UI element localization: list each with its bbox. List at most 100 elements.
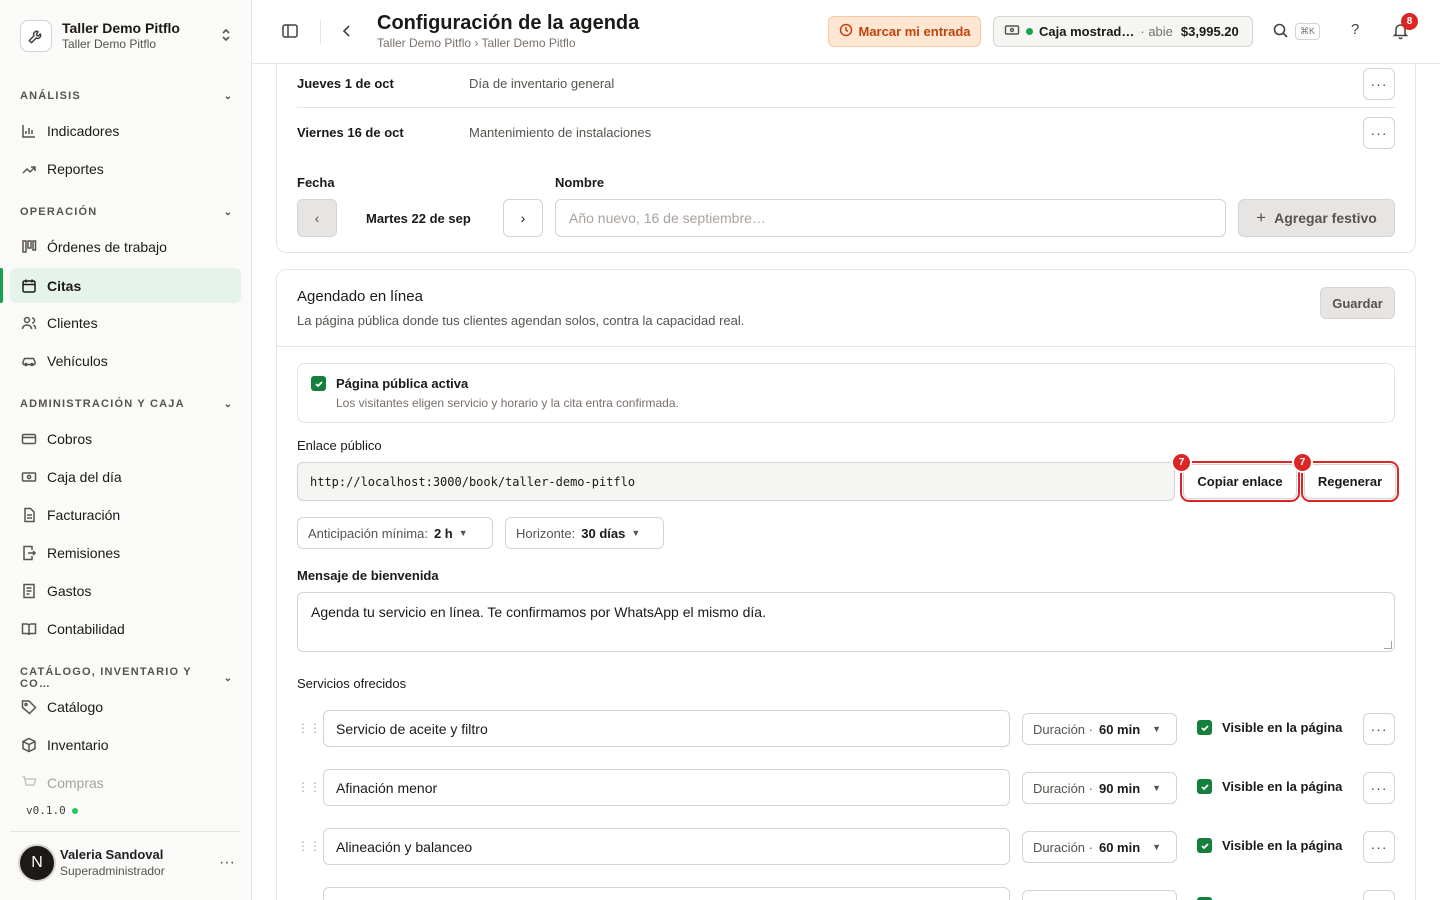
sidebar-item-contabilidad[interactable]: Contabilidad [10, 611, 241, 646]
horizon-select[interactable]: Horizonte: 30 días ▼ [505, 517, 664, 549]
chevron-down-icon: ⌄ [223, 206, 232, 218]
chevron-down-icon: ⌄ [223, 672, 232, 684]
more-horizontal-icon[interactable]: ··· [1363, 713, 1395, 745]
card-title: Agendado en línea [297, 288, 423, 305]
more-horizontal-icon[interactable]: ··· [1363, 831, 1395, 863]
sidebar-item-compras[interactable]: Compras [10, 765, 241, 800]
duration-label: Duración · [1033, 839, 1093, 855]
duration-select[interactable]: Duración · 90 min ▼ [1022, 772, 1177, 804]
sidebar-item-inventario[interactable]: Inventario [10, 727, 241, 762]
help-icon[interactable]: ? [1351, 21, 1359, 38]
plus-icon: + [1256, 208, 1267, 227]
sidebar-item-label: Indicadores [47, 122, 120, 139]
section-analisis[interactable]: ANÁLISIS ⌄ [20, 90, 232, 102]
section-title: ANÁLISIS [20, 90, 81, 102]
more-horizontal-icon[interactable]: ··· [1363, 116, 1395, 149]
user-menu[interactable]: N Valeria Sandoval Superadministrador ··… [18, 843, 243, 883]
chevron-down-icon: ▼ [1152, 724, 1162, 734]
active-indicator [0, 268, 3, 303]
file-export-icon [20, 544, 37, 561]
sidebar-item-catalogo[interactable]: Catálogo [10, 689, 241, 724]
user-role: Superadministrador [60, 863, 165, 878]
back-icon[interactable] [340, 22, 354, 40]
service-name-input[interactable]: Servicio de aceite y filtro [323, 710, 1010, 747]
chevron-updown-icon [220, 27, 232, 46]
annotation-marker: 7 [1171, 452, 1192, 473]
sidebar-item-label: Órdenes de trabajo [47, 238, 167, 255]
search-icon[interactable] [1272, 22, 1289, 39]
cash-register-button[interactable]: Caja mostrad… · abie $3,995.20 [993, 16, 1253, 47]
page-title: Configuración de la agenda [377, 12, 640, 34]
sidebar-item-remisiones[interactable]: Remisiones [10, 535, 241, 570]
service-name-input[interactable] [323, 887, 1010, 900]
duration-select[interactable]: Duración · 60 min ▼ [1022, 831, 1177, 863]
holidays-card: Jueves 1 de oct Día de inventario genera… [276, 64, 1416, 253]
divider [277, 346, 1415, 347]
checkbox-checked-icon[interactable] [1197, 720, 1212, 735]
public-page-toggle[interactable]: Página pública activa Los visitantes eli… [297, 363, 1395, 423]
visible-label: Visible en la página [1222, 720, 1343, 735]
section-title: CATÁLOGO, INVENTARIO Y CO… [20, 666, 192, 690]
clock-in-label: Marcar mi entrada [858, 24, 971, 39]
checkbox-checked-icon[interactable] [1197, 779, 1212, 794]
sidebar-item-reportes[interactable]: Reportes [10, 151, 241, 186]
sidebar-item-label: Gastos [47, 582, 92, 599]
clock-in-button[interactable]: Marcar mi entrada [828, 16, 981, 47]
visible-toggle[interactable]: Visible en la página [1197, 779, 1342, 794]
holiday-name: Mantenimiento de instalaciones [469, 125, 652, 140]
welcome-message-input[interactable]: Agenda tu servicio en línea. Te confirma… [297, 592, 1395, 652]
more-horizontal-icon[interactable]: ··· [1363, 67, 1395, 100]
duration-label: Duración · [1033, 780, 1093, 796]
box-icon [20, 736, 37, 753]
holiday-name-input[interactable]: Año nuevo, 16 de septiembre… [555, 199, 1226, 237]
service-name-input[interactable]: Afinación menor [323, 769, 1010, 806]
more-horizontal-icon[interactable]: ··· [1363, 772, 1395, 804]
service-row: ⋮⋮ Afinación menor Duración · 90 min ▼ V… [297, 769, 1395, 807]
next-date-button[interactable]: › [503, 199, 543, 237]
prev-date-button[interactable]: ‹ [297, 199, 337, 237]
public-link-field[interactable]: http://localhost:3000/book/taller-demo-p… [297, 462, 1175, 501]
more-horizontal-icon[interactable]: ··· [219, 854, 235, 872]
duration-select[interactable]: Duración · 60 min ▼ [1022, 713, 1177, 745]
sidebar-item-indicadores[interactable]: Indicadores [10, 113, 241, 148]
regenerate-button[interactable]: 7 Regenerar [1292, 452, 1399, 502]
add-holiday-button[interactable]: + Agregar festivo [1238, 199, 1395, 237]
sidebar-item-gastos[interactable]: Gastos [10, 573, 241, 608]
section-title: OPERACIÓN [20, 206, 98, 218]
cash-icon [1004, 23, 1020, 40]
sidebar-item-ordenes[interactable]: Órdenes de trabajo [10, 229, 241, 264]
copy-link-button[interactable]: 7 Copiar enlace [1171, 452, 1300, 502]
checkbox-checked-icon[interactable] [1197, 838, 1212, 853]
visible-toggle[interactable]: Visible en la página [1197, 838, 1342, 853]
sidebar-item-facturacion[interactable]: Facturación [10, 497, 241, 532]
sidebar-item-clientes[interactable]: Clientes [10, 305, 241, 340]
sidebar-item-cobros[interactable]: Cobros [10, 421, 241, 456]
divider [10, 831, 241, 832]
checkbox-checked-icon[interactable] [311, 376, 326, 391]
workspace-switcher[interactable]: Taller Demo Pitflo Taller Demo Pitflo [10, 12, 242, 60]
visible-label: Visible en la página [1222, 779, 1343, 794]
section-operacion[interactable]: OPERACIÓN ⌄ [20, 206, 232, 218]
service-name-input[interactable]: Alineación y balanceo [323, 828, 1010, 865]
drag-handle-icon[interactable]: ⋮⋮ [297, 721, 321, 735]
sidebar-item-caja[interactable]: Caja del día [10, 459, 241, 494]
sidebar-item-citas[interactable]: Citas [10, 268, 241, 303]
more-horizontal-icon[interactable] [1363, 890, 1395, 900]
save-button[interactable]: Guardar [1320, 287, 1395, 319]
drag-handle-icon[interactable]: ⋮⋮ [297, 780, 321, 794]
duration-select[interactable] [1022, 890, 1177, 900]
divider [320, 20, 321, 44]
section-administracion[interactable]: ADMINISTRACIÓN Y CAJA ⌄ [20, 398, 232, 410]
visible-toggle[interactable]: Visible en la página [1197, 720, 1342, 735]
holiday-row: Jueves 1 de oct Día de inventario genera… [297, 64, 1395, 108]
sidebar-toggle-icon[interactable] [281, 22, 299, 40]
resize-handle[interactable] [1384, 641, 1392, 649]
drag-handle-icon[interactable]: ⋮⋮ [297, 839, 321, 853]
cash-name: Caja mostrad… [1039, 24, 1135, 39]
min-notice-select[interactable]: Anticipación mínima: 2 h ▼ [297, 517, 493, 549]
users-icon [20, 314, 37, 331]
annotation-marker: 7 [1292, 452, 1313, 473]
sidebar: Taller Demo Pitflo Taller Demo Pitflo AN… [0, 0, 252, 900]
sidebar-item-vehiculos[interactable]: Vehículos [10, 343, 241, 378]
section-catalogo[interactable]: CATÁLOGO, INVENTARIO Y CO… ⌄ [20, 666, 232, 690]
